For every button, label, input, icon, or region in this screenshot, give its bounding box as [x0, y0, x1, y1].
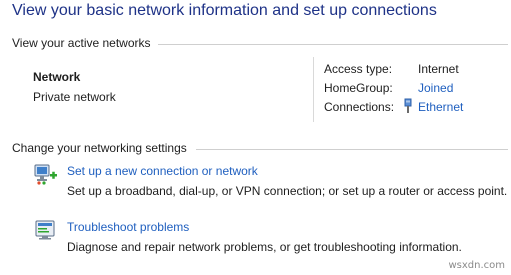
ethernet-link[interactable]: Ethernet	[418, 100, 463, 114]
homegroup-link[interactable]: Joined	[418, 81, 453, 95]
homegroup-label: HomeGroup:	[324, 81, 393, 95]
new-connection-description: Set up a broadband, dial-up, or VPN conn…	[67, 184, 508, 198]
connections-label: Connections:	[324, 100, 395, 114]
ethernet-icon	[404, 98, 412, 113]
networking-settings-divider	[196, 149, 508, 150]
active-networks-divider	[158, 44, 508, 45]
page-title: View your basic network information and …	[12, 2, 437, 19]
networking-settings-header: Change your networking settings	[12, 141, 187, 155]
watermark: wsxdn.com	[448, 260, 505, 271]
troubleshoot-description: Diagnose and repair network problems, or…	[67, 240, 462, 254]
active-networks-header: View your active networks	[12, 36, 151, 50]
troubleshoot-link[interactable]: Troubleshoot problems	[67, 220, 189, 234]
access-type-value: Internet	[418, 62, 459, 76]
new-connection-icon	[34, 164, 57, 185]
access-type-label: Access type:	[324, 62, 393, 76]
troubleshoot-icon	[35, 220, 55, 240]
vertical-divider	[313, 57, 314, 122]
network-name: Network	[33, 70, 81, 84]
network-type: Private network	[33, 90, 116, 104]
new-connection-link[interactable]: Set up a new connection or network	[67, 164, 258, 178]
